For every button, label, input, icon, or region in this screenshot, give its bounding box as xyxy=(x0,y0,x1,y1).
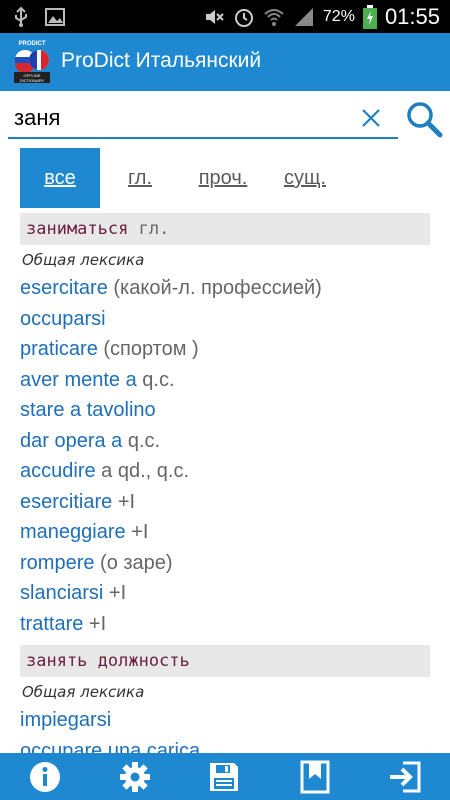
save-icon[interactable] xyxy=(206,759,242,795)
search-icon[interactable] xyxy=(404,99,444,139)
part-of-speech: гл. xyxy=(128,219,170,239)
tab-other[interactable]: проч. xyxy=(184,148,262,208)
image-icon xyxy=(45,8,65,26)
app-bar: PRODICT OFFLINE DICTIONARY ProDict Италь… xyxy=(0,33,450,91)
tab-nouns[interactable]: сущ. xyxy=(270,148,340,208)
entry-header[interactable]: заниматься гл. xyxy=(20,213,430,245)
translation-note: q.c. xyxy=(136,368,175,391)
settings-icon[interactable] xyxy=(117,759,153,795)
app-logo[interactable]: PRODICT OFFLINE DICTIONARY xyxy=(12,39,52,85)
translation-note: a qd., q.c. xyxy=(95,460,189,482)
alarm-icon xyxy=(234,9,253,27)
headword: занять должность xyxy=(26,651,190,671)
translation-row[interactable]: praticare (спортом ) xyxy=(20,334,430,365)
translation-note: +I xyxy=(103,582,127,604)
translation-word: slanciarsi xyxy=(20,582,104,604)
logo-flags-icon: PRODICT OFFLINE DICTIONARY xyxy=(14,41,50,83)
translation-row[interactable]: accudire a qd., q.c. xyxy=(20,456,430,487)
translation-row[interactable]: maneggiare +I xyxy=(20,517,430,548)
category-label: Общая лексика xyxy=(22,251,145,269)
clear-icon[interactable] xyxy=(356,103,386,133)
translation-note: q.c. xyxy=(122,429,161,452)
entry-header[interactable]: занять должность xyxy=(20,645,430,677)
search-input[interactable] xyxy=(8,99,398,139)
translation-note: +I xyxy=(83,612,107,635)
exit-icon[interactable] xyxy=(387,759,423,795)
translation-word: occuparsi xyxy=(20,307,106,330)
translation-word: impiegarsi xyxy=(20,709,112,731)
svg-text:DICTIONARY: DICTIONARY xyxy=(20,78,45,83)
translation-row[interactable]: slanciarsi +I xyxy=(20,578,430,609)
category-label: Общая лексика xyxy=(22,683,145,701)
translation-row[interactable]: impiegarsi xyxy=(20,705,430,736)
translation-word: rompere xyxy=(20,551,95,574)
translation-word: praticare xyxy=(20,338,98,360)
translation-word: aver mente a xyxy=(20,368,137,391)
translation-row[interactable]: trattare +I xyxy=(20,609,430,640)
info-icon[interactable] xyxy=(27,759,63,795)
status-bar: 72% 01:55 xyxy=(0,0,450,33)
translation-row[interactable]: esercitiare +I xyxy=(20,487,430,518)
headword: заниматься xyxy=(26,219,129,239)
translation-row[interactable]: stare a tavolino xyxy=(20,395,430,426)
bookmark-icon[interactable] xyxy=(297,759,333,795)
translation-word: trattare xyxy=(20,612,84,635)
translation-word: accudire xyxy=(20,460,96,482)
translation-row[interactable]: rompere (о заре) xyxy=(20,548,430,579)
clock: 01:55 xyxy=(384,4,440,29)
bottom-toolbar xyxy=(0,753,450,800)
translation-word: maneggiare xyxy=(20,521,126,543)
results-list: заниматься гл. Общая лексика esercitare … xyxy=(20,213,430,753)
translation-row[interactable]: dar opera a q.c. xyxy=(20,426,430,457)
translation-row[interactable]: aver mente a q.c. xyxy=(20,365,430,396)
search-bar xyxy=(0,91,450,145)
translation-note: +I xyxy=(125,521,149,543)
signal-icon xyxy=(294,8,313,26)
pos-tabs: все гл. проч. сущ. xyxy=(20,148,430,208)
translation-word: esercitiare xyxy=(20,490,113,513)
mute-icon xyxy=(205,10,224,24)
translation-row[interactable]: occupare una carica xyxy=(20,736,430,754)
battery-icon xyxy=(362,5,377,29)
tab-all[interactable]: все xyxy=(20,148,100,208)
translation-note: +I xyxy=(112,490,136,513)
translation-word: dar opera a xyxy=(20,429,123,452)
translation-word: occupare una carica xyxy=(20,739,201,754)
translation-note: (спортом ) xyxy=(97,338,199,360)
svg-text:PRODICT: PRODICT xyxy=(19,41,46,47)
wifi-icon xyxy=(264,9,284,26)
usb-icon xyxy=(15,6,27,27)
translation-row[interactable]: occuparsi xyxy=(20,304,430,335)
translation-note: (какой-л. профессией) xyxy=(107,277,322,299)
translation-note: (о заре) xyxy=(94,551,173,574)
battery-percent: 72% xyxy=(322,8,355,25)
app-title: ProDict Итальянский xyxy=(61,49,262,72)
tab-verbs[interactable]: гл. xyxy=(108,148,172,208)
translation-word: esercitare xyxy=(20,277,108,299)
translation-row[interactable]: esercitare (какой-л. профессией) xyxy=(20,273,430,304)
translation-word: stare a tavolino xyxy=(20,399,156,421)
